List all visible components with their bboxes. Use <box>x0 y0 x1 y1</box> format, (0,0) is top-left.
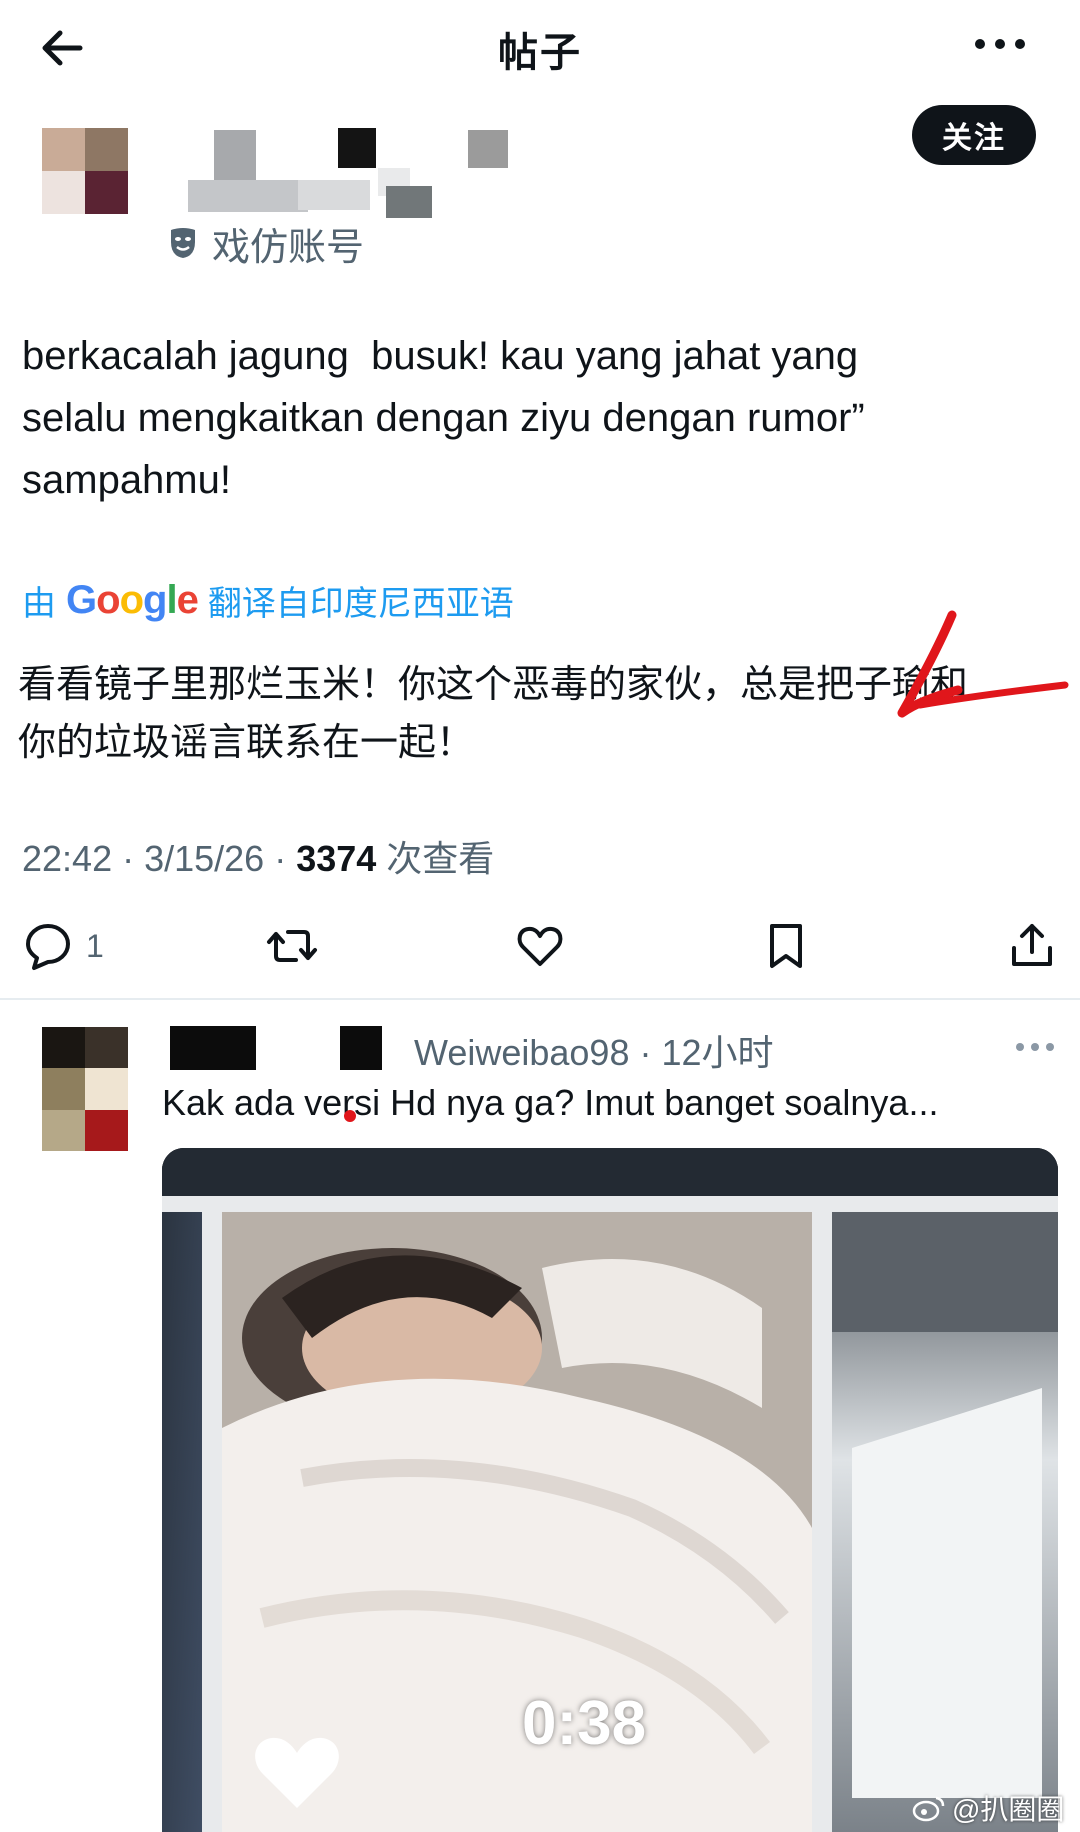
reply-button[interactable]: 1 <box>22 920 104 972</box>
weibo-watermark: @扒圈圈 <box>912 1788 1064 1828</box>
reply-text: Kak ada versi Hd nya ga? Imut banget soa… <box>162 1082 939 1123</box>
share-button[interactable] <box>1006 920 1058 972</box>
divider <box>0 998 1080 1000</box>
page-title: 帖子 <box>498 31 582 75</box>
follow-button[interactable]: 关注 <box>912 105 1036 165</box>
post-timestamp: 22:42 · 3/15/26 · <box>22 838 287 879</box>
parody-label-text: 戏仿账号 <box>212 226 365 269</box>
parody-account-label: 戏仿账号 <box>168 218 365 269</box>
translate-prefix: 由 <box>22 584 56 623</box>
author-avatar[interactable] <box>42 128 128 214</box>
reply-avatar[interactable] <box>42 1027 128 1151</box>
handwritten-red-mark <box>897 610 1069 718</box>
author-name-redacted[interactable] <box>168 124 528 218</box>
comment-icon <box>26 924 70 970</box>
red-dot-annotation <box>344 1110 356 1122</box>
more-options-icon[interactable] <box>970 24 1030 64</box>
post-text: berkacalah jagung busuk! kau yang jahat … <box>22 334 865 502</box>
share-icon <box>1012 924 1052 966</box>
theater-mask-icon <box>171 228 195 258</box>
reply-author-redacted[interactable] <box>168 1024 438 1072</box>
translation-attribution[interactable]: 由 Google 翻译自印度尼西亚语 <box>22 574 514 626</box>
translate-suffix: 翻译自印度尼西亚语 <box>207 584 514 623</box>
repost-button[interactable] <box>266 920 318 972</box>
heart-icon <box>517 926 563 966</box>
post-meta: 22:42 · 3/15/26 · 3374 次查看 <box>22 830 494 882</box>
google-logo: Google <box>66 577 199 622</box>
watermark-text: @扒圈圈 <box>952 1794 1065 1825</box>
bookmark-button[interactable] <box>760 920 812 972</box>
repost-icon <box>267 930 317 962</box>
video-duration: 0:38 <box>522 1689 647 1758</box>
reply-video-thumbnail[interactable]: 0:38 <box>162 1148 1058 1832</box>
weibo-icon <box>912 1796 945 1822</box>
bookmark-icon <box>770 924 802 968</box>
view-label: 次查看 <box>386 838 495 879</box>
action-bar: 1 <box>0 910 1080 980</box>
reply-count: 1 <box>86 927 104 964</box>
top-bar: 帖子 <box>0 0 1080 100</box>
reply-more-icon[interactable] <box>1010 1032 1060 1062</box>
like-button[interactable] <box>514 920 566 972</box>
view-count: 3374 <box>296 838 377 879</box>
reply-handle-time[interactable]: Weiweibao98 · 12小时 <box>414 1024 774 1076</box>
